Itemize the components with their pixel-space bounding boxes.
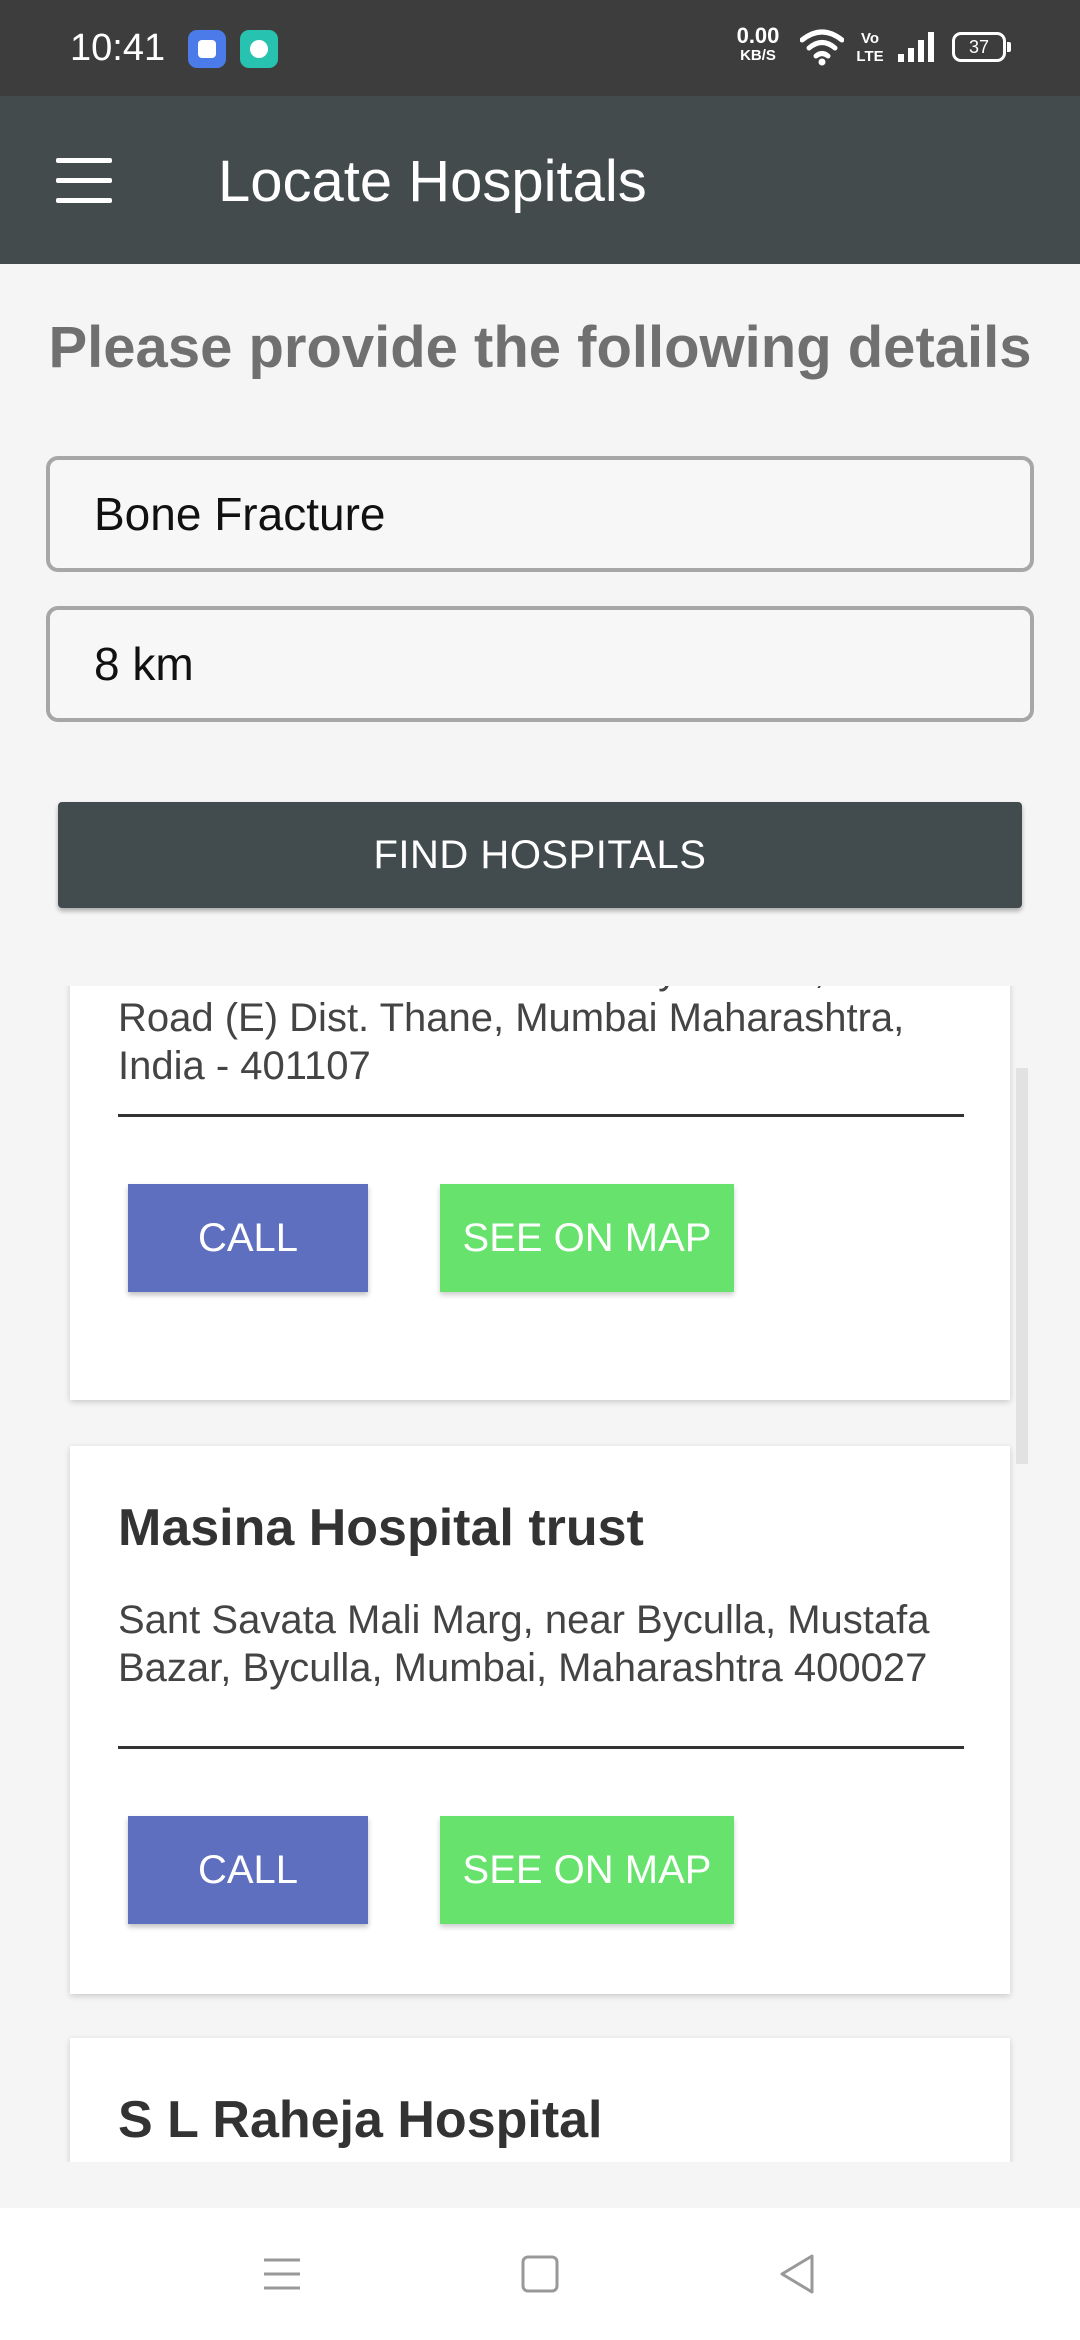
app-notification-icon <box>188 30 226 68</box>
volte-bottom-label: LTE <box>856 48 884 65</box>
distance-input[interactable]: 8 km <box>46 606 1034 722</box>
network-speed: 0.00 KB/S <box>730 23 786 66</box>
network-speed-unit: KB/S <box>740 47 776 64</box>
signal-icon <box>898 32 934 62</box>
home-icon[interactable] <box>508 2242 572 2306</box>
status-time: 10:41 <box>70 27 166 69</box>
find-hospitals-button[interactable]: FIND HOSPITALS <box>58 802 1022 908</box>
system-nav-bar <box>0 2208 1080 2340</box>
volte-icon: Vo LTE <box>856 30 884 66</box>
battery-icon: 37 <box>952 32 1011 62</box>
app-notification-icon <box>240 30 278 68</box>
condition-input[interactable]: Bone Fracture <box>46 456 1034 572</box>
hospital-card: The Umrao IMSR Near Railway Station, Mir… <box>70 986 1010 1400</box>
hospital-name: S L Raheja Hospital <box>118 2091 603 2149</box>
card-divider <box>118 1746 964 1749</box>
hospital-name: Masina Hospital trust <box>118 1499 644 1557</box>
hamburger-menu-icon[interactable] <box>42 142 126 218</box>
volte-top-label: Vo <box>860 30 880 47</box>
network-speed-value: 0.00 <box>736 23 780 48</box>
recents-icon[interactable] <box>250 2242 314 2306</box>
hospital-address: Sant Savata Mali Marg, near Byculla, Mus… <box>118 1598 930 1690</box>
see-on-map-button[interactable]: SEE ON MAP <box>440 1816 734 1924</box>
back-icon[interactable] <box>766 2242 830 2306</box>
status-bar: 10:41 0.00 KB/S Vo LTE 37 <box>0 0 1080 96</box>
hospital-card: S L Raheja Hospital <box>70 2038 1010 2162</box>
hospital-address: The Umrao IMSR Near Railway Station, Mir… <box>118 986 914 1088</box>
wifi-icon <box>800 29 844 66</box>
hospital-list[interactable]: The Umrao IMSR Near Railway Station, Mir… <box>0 986 1080 2162</box>
form-heading: Please provide the following details <box>48 315 1032 380</box>
page-title: Locate Hospitals <box>218 149 647 214</box>
call-button[interactable]: CALL <box>128 1816 368 1924</box>
list-scrollbar[interactable] <box>1016 1068 1028 1464</box>
app-bar: Locate Hospitals <box>0 96 1080 264</box>
hospital-card: Masina Hospital trust Sant Savata Mali M… <box>70 1446 1010 1994</box>
call-button[interactable]: CALL <box>128 1184 368 1292</box>
see-on-map-button[interactable]: SEE ON MAP <box>440 1184 734 1292</box>
card-divider <box>118 1114 964 1117</box>
